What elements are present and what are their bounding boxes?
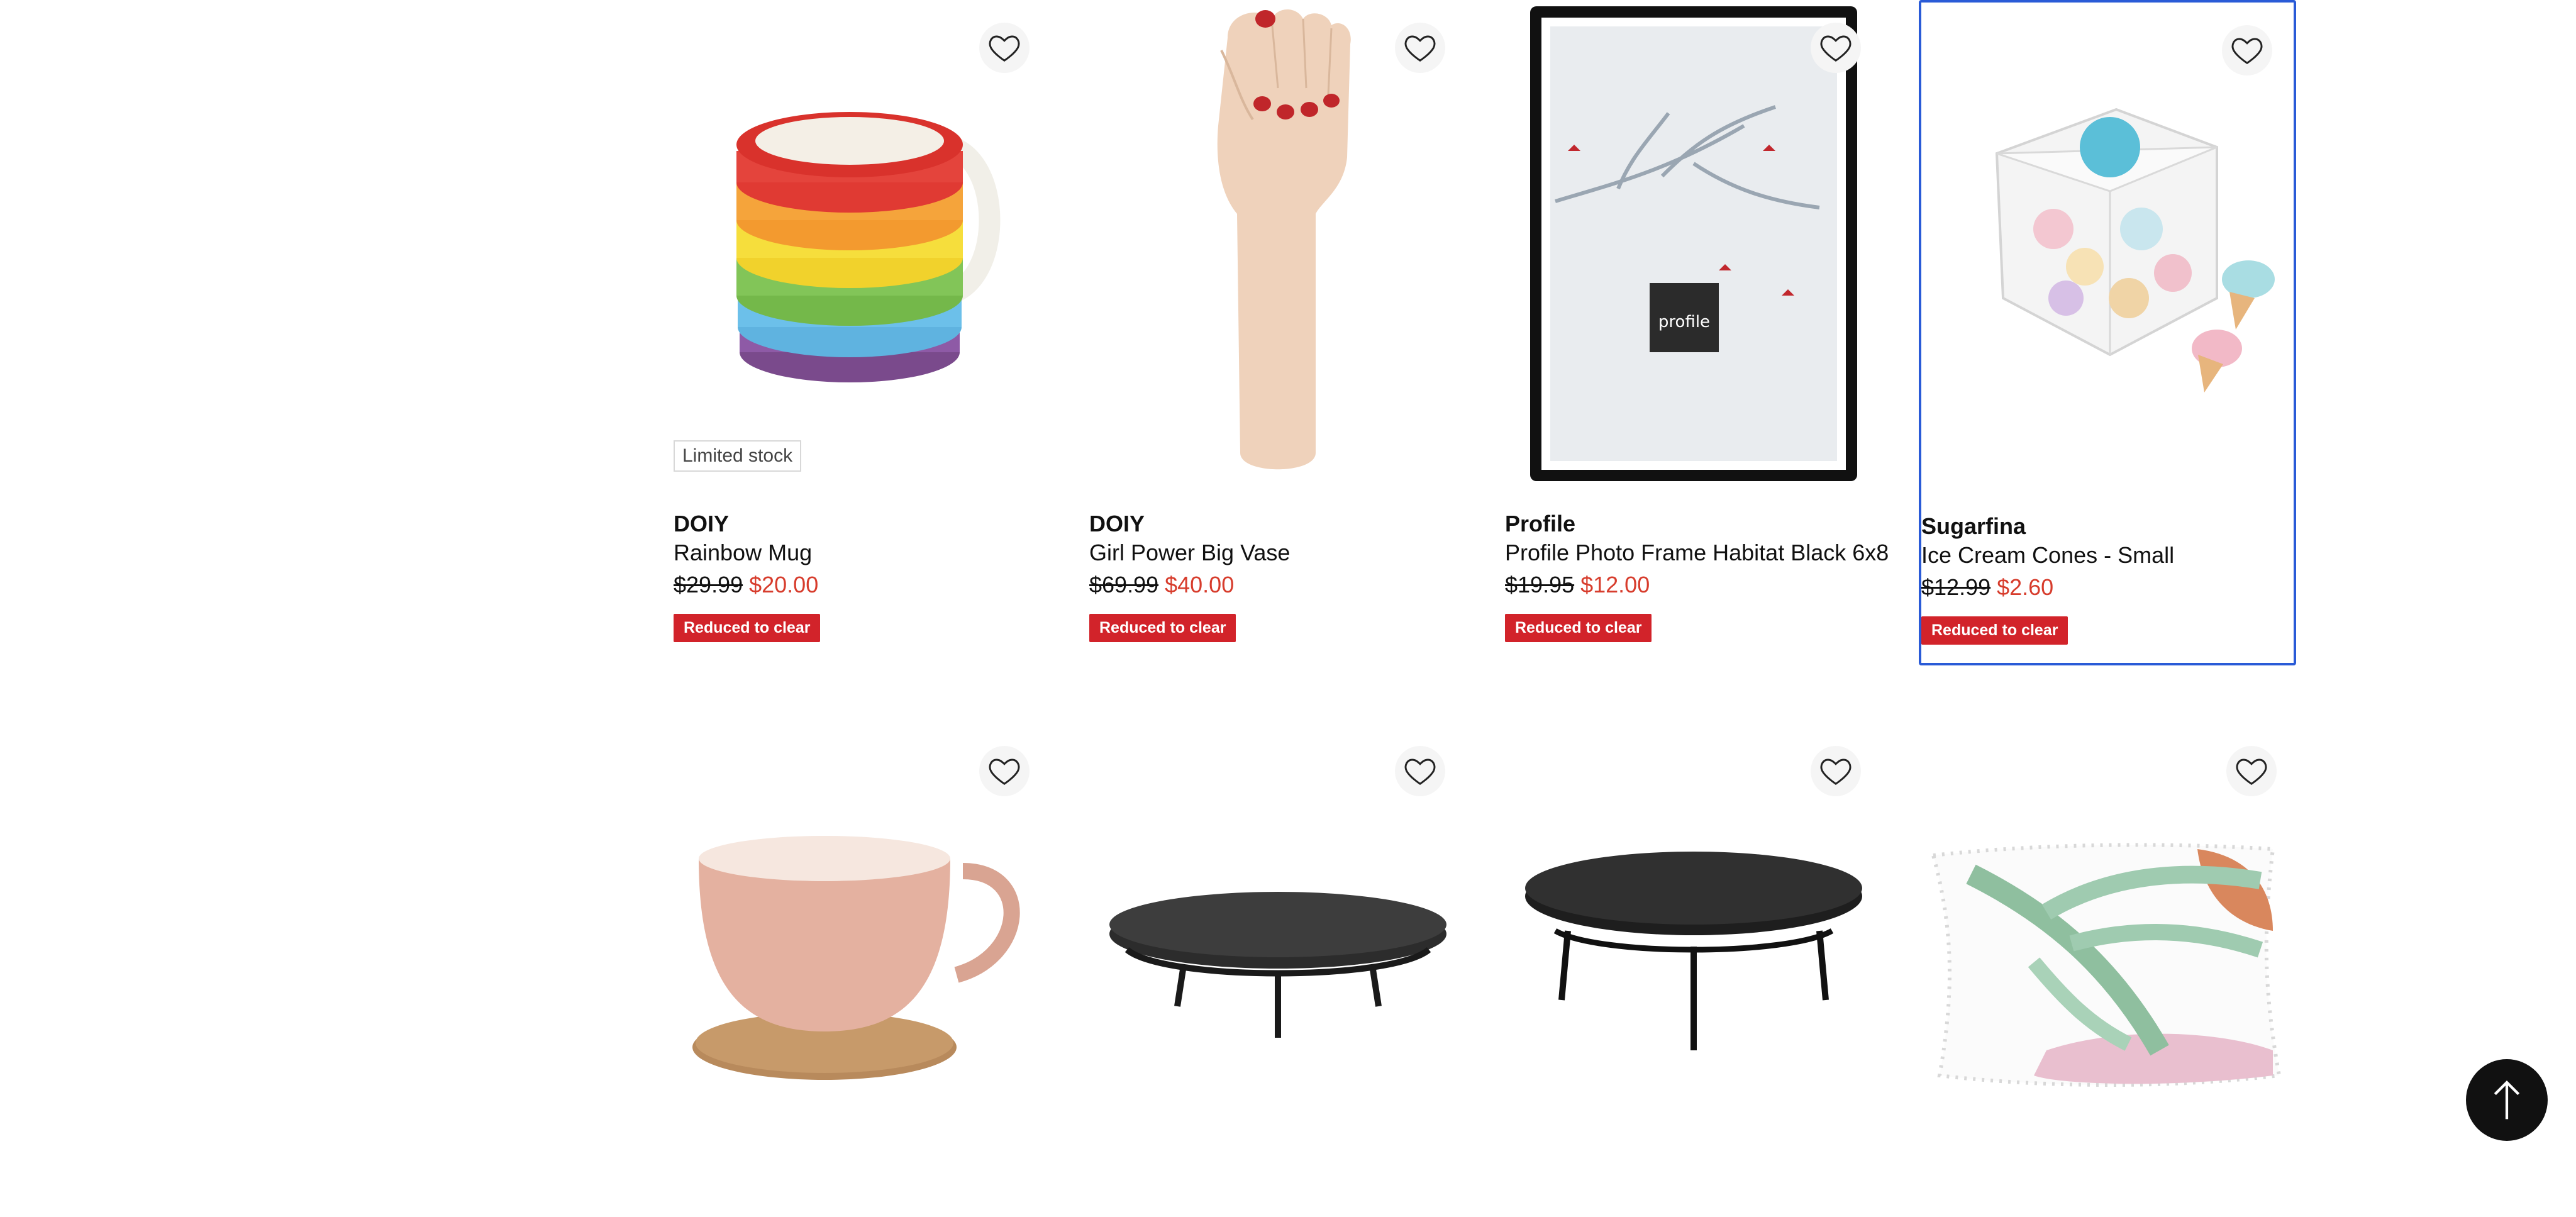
product-brand: Sugarfina [1921,513,2026,539]
wishlist-button[interactable] [1811,746,1861,796]
was-price: $29.99 [674,572,743,597]
product-card[interactable] [1921,723,2298,1171]
product-name[interactable]: Profile Photo Frame Habitat Black 6x8 [1505,538,1895,567]
product-image-hand-vase[interactable] [1089,0,1467,491]
reduced-to-clear-badge: Reduced to clear [1089,614,1236,642]
product-brand: DOIY [674,511,730,536]
heart-outline-icon [1404,35,1436,62]
product-name[interactable]: Rainbow Mug [674,538,1063,567]
heart-outline-icon [2231,38,2263,64]
was-price: $69.99 [1089,572,1159,597]
product-card[interactable] [1505,723,1882,1171]
wishlist-button[interactable] [1395,23,1445,73]
heart-outline-icon [989,759,1020,785]
product-card[interactable]: DOIY Girl Power Big Vase $69.99 $40.00 Re… [1089,0,1467,660]
wishlist-button[interactable] [1395,746,1445,796]
svg-text:profile: profile [1658,313,1710,331]
sale-price: $2.60 [1997,574,2054,600]
product-info: Profile Profile Photo Frame Habitat Blac… [1505,509,1895,642]
wishlist-button[interactable] [979,23,1030,73]
sale-price: $40.00 [1165,572,1235,597]
wishlist-button[interactable] [1811,23,1861,73]
product-price: $12.99 $2.60 [1921,570,2311,605]
product-card[interactable] [1089,723,1467,1171]
product-name[interactable]: Girl Power Big Vase [1089,538,1479,567]
product-image-photo-frame[interactable]: profile [1505,0,1882,491]
product-card[interactable]: Sugarfina Ice Cream Cones - Small $12.99… [1919,0,2296,665]
back-to-top-button[interactable] [2466,1059,2548,1141]
product-price: $29.99 $20.00 [674,567,1063,603]
product-image-black-stand[interactable] [1505,723,1882,1214]
product-price: $69.99 $40.00 [1089,567,1479,603]
product-image-marble-stand[interactable] [1089,723,1467,1214]
heart-outline-icon [1820,35,1852,62]
wishlist-button[interactable] [2226,746,2277,796]
product-image-leaf-cushion[interactable] [1921,723,2298,1214]
arrow-up-icon [2494,1081,2520,1120]
product-card[interactable]: Limited stock DOIY Rainbow Mug $29.99 $20… [674,0,1051,660]
product-brand: Profile [1505,511,1576,536]
heart-outline-icon [1820,759,1852,785]
wishlist-button[interactable] [979,746,1030,796]
product-card[interactable] [674,723,1051,1171]
heart-outline-icon [1404,759,1436,785]
reduced-to-clear-badge: Reduced to clear [1921,616,2068,645]
product-info: DOIY Girl Power Big Vase $69.99 $40.00 Re… [1089,509,1479,642]
was-price: $19.95 [1505,572,1575,597]
heart-outline-icon [2236,759,2267,785]
product-name[interactable]: Ice Cream Cones - Small [1921,541,2311,570]
wishlist-button[interactable] [2222,25,2272,75]
reduced-to-clear-badge: Reduced to clear [1505,614,1652,642]
product-info: DOIY Rainbow Mug $29.99 $20.00 Reduced to… [674,509,1063,642]
sale-price: $12.00 [1580,572,1650,597]
product-info: Sugarfina Ice Cream Cones - Small $12.99… [1921,512,2311,645]
product-image-pink-cup[interactable] [674,723,1051,1214]
product-image-candy-cube[interactable] [1921,3,2299,493]
sale-price: $20.00 [749,572,819,597]
stock-badge: Limited stock [674,440,802,472]
product-price: $19.95 $12.00 [1505,567,1895,603]
product-image-rainbow-mug[interactable] [674,0,1051,491]
product-brand: DOIY [1089,511,1145,536]
product-card[interactable]: profile Profile Profile Photo Frame Habi… [1505,0,1889,660]
was-price: $12.99 [1921,574,1991,600]
reduced-to-clear-badge: Reduced to clear [674,614,821,642]
heart-outline-icon [989,35,1020,62]
